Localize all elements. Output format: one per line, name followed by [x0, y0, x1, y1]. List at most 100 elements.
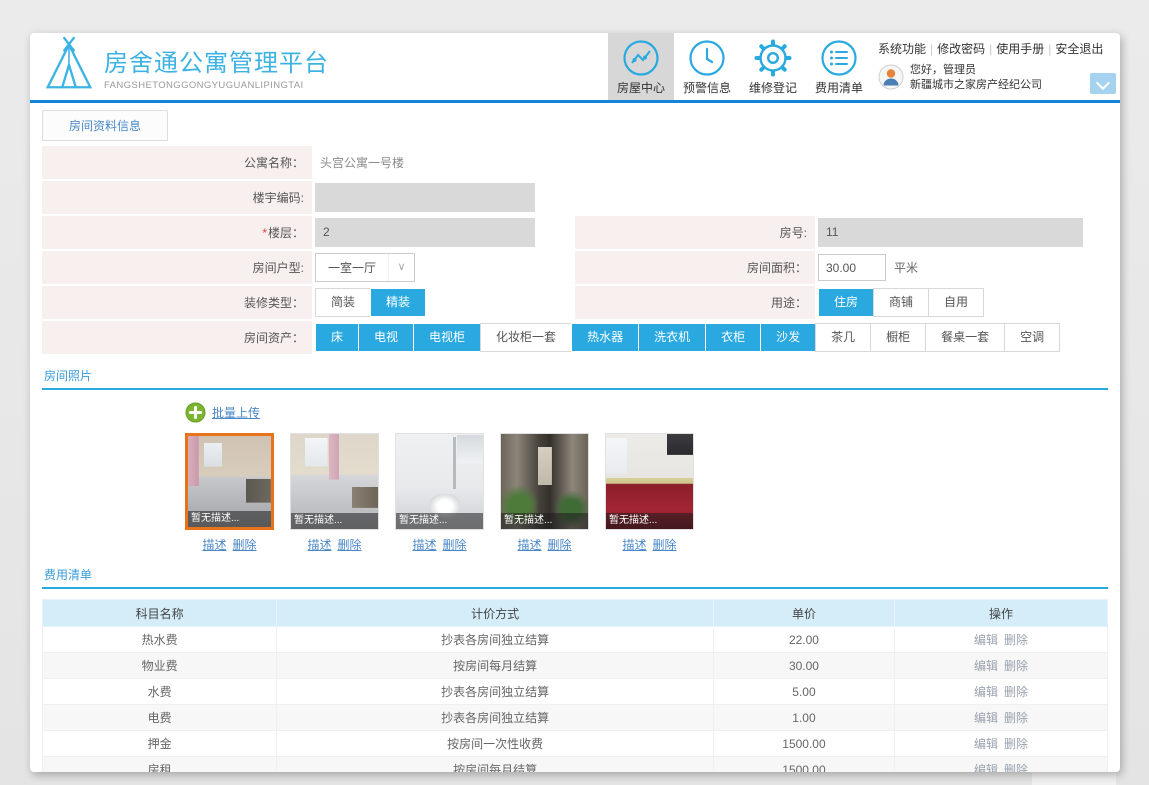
tab-room-info[interactable]: 房间资料信息	[42, 110, 169, 141]
fee-name-cell: 电费	[41, 704, 278, 731]
fee-name-cell: 押金	[41, 730, 278, 757]
usage-option-button[interactable]: 自用	[928, 288, 985, 317]
photo-describe-link[interactable]: 描述	[412, 538, 436, 552]
nav-label: 预警信息	[682, 81, 731, 95]
change-password-link[interactable]: 修改密码	[937, 42, 985, 56]
asset-option-button[interactable]: 空调	[1004, 323, 1061, 352]
usage-option-button[interactable]: 住房	[818, 288, 875, 317]
decoration-option-button[interactable]: 简装	[315, 288, 372, 317]
photo-item: 暂无描述... 描述 删除	[605, 433, 694, 553]
fee-method-cell: 抄表各房间独立结算	[276, 626, 714, 653]
delete-link[interactable]: 删除	[1004, 763, 1028, 772]
decoration-label: 装修类型：	[42, 286, 312, 319]
photo-describe-link[interactable]: 描述	[307, 538, 331, 552]
edit-link[interactable]: 编辑	[974, 763, 998, 772]
asset-option-button[interactable]: 热水器	[571, 323, 640, 352]
fee-actions-cell: 编辑 删除	[893, 756, 1109, 772]
fee-price-cell: 1500.00	[712, 756, 895, 772]
photo-caption: 暂无描述...	[606, 513, 693, 529]
batch-upload-row: 批量上传	[185, 402, 1120, 423]
batch-upload-link[interactable]: 批量上传	[212, 404, 260, 421]
asset-option-button[interactable]: 餐桌一套	[925, 323, 1006, 352]
decoration-options: 简装 精装	[315, 288, 427, 317]
col-pricing-method: 计价方式	[276, 599, 714, 627]
fee-row: 物业费 按房间每月结算 30.00 编辑 删除	[41, 652, 1109, 679]
photo-item: 暂无描述... 描述 删除	[290, 433, 379, 553]
room-no-field: 11	[818, 218, 1083, 247]
asset-option-button[interactable]: 沙发	[760, 323, 817, 352]
room-area-input[interactable]: 30.00	[818, 254, 886, 281]
chevron-down-icon[interactable]	[1090, 73, 1116, 94]
photo-describe-link[interactable]: 描述	[622, 538, 646, 552]
floor-field: 2	[315, 218, 535, 247]
edit-link[interactable]: 编辑	[974, 633, 998, 647]
kitchen-photo[interactable]: 暂无描述...	[605, 433, 694, 530]
nav-item-alerts[interactable]: 预警信息	[674, 33, 740, 100]
delete-link[interactable]: 删除	[1004, 633, 1028, 647]
fee-row: 热水费 抄表各房间独立结算 22.00 编辑 删除	[41, 626, 1109, 653]
usage-options: 住房 商铺 自用	[818, 288, 985, 317]
living-room-photo[interactable]: 暂无描述...	[185, 433, 274, 530]
photo-caption: 暂无描述...	[188, 511, 271, 527]
user-company: 新疆城市之家房产经纪公司	[910, 79, 1042, 91]
nav-item-fee-list[interactable]: 费用清单	[806, 33, 872, 100]
fee-name-cell: 房租	[41, 756, 278, 772]
fee-price-cell: 1500.00	[712, 730, 895, 757]
delete-link[interactable]: 删除	[1004, 737, 1028, 751]
edit-link[interactable]: 编辑	[974, 737, 998, 751]
photo-describe-link[interactable]: 描述	[517, 538, 541, 552]
photo-item: 暂无描述... 描述 删除	[500, 433, 589, 553]
fee-name-cell: 热水费	[41, 626, 278, 653]
fee-price-cell: 5.00	[712, 678, 895, 705]
photo-caption: 暂无描述...	[291, 513, 378, 529]
asset-option-button[interactable]: 电视柜	[413, 323, 482, 352]
room-type-label: 房间户型:	[42, 251, 312, 284]
list-icon	[806, 38, 872, 78]
photo-describe-link[interactable]: 描述	[202, 538, 226, 552]
photo-delete-link[interactable]: 删除	[548, 538, 572, 552]
main-window: 房舍通公寓管理平台 FANGSHETONGGONGYUGUANLIPINGTAI…	[30, 33, 1120, 772]
logout-link[interactable]: 安全退出	[1055, 42, 1103, 56]
room-area-unit: 平米	[894, 261, 919, 275]
hallway-photo[interactable]: 暂无描述...	[500, 433, 589, 530]
edit-link[interactable]: 编辑	[974, 659, 998, 673]
photo-delete-link[interactable]: 删除	[443, 538, 467, 552]
edit-link[interactable]: 编辑	[974, 711, 998, 725]
asset-option-button[interactable]: 衣柜	[705, 323, 762, 352]
decoration-option-button[interactable]: 精装	[370, 288, 427, 317]
delete-link[interactable]: 删除	[1004, 659, 1028, 673]
asset-option-button[interactable]: 床	[315, 323, 360, 352]
photo-caption: 暂无描述...	[396, 513, 483, 529]
bedroom-photo[interactable]: 暂无描述...	[290, 433, 379, 530]
user-info: 您好，管理员 新疆城市之家房产经纪公司	[878, 63, 1086, 93]
photo-delete-link[interactable]: 删除	[338, 538, 362, 552]
bathroom-photo[interactable]: 暂无描述...	[395, 433, 484, 530]
user-manual-link[interactable]: 使用手册	[996, 42, 1044, 56]
nav-item-maintenance[interactable]: 维修登记	[740, 33, 806, 100]
asset-option-button[interactable]: 洗衣机	[638, 323, 707, 352]
photo-delete-link[interactable]: 删除	[653, 538, 677, 552]
asset-option-button[interactable]: 茶几	[815, 323, 872, 352]
system-functions-link[interactable]: 系统功能	[878, 42, 926, 56]
fee-method-cell: 抄表各房间独立结算	[276, 678, 714, 705]
asset-option-button[interactable]: 化妆柜一套	[480, 323, 573, 352]
gear-icon	[740, 38, 806, 78]
fee-name-cell: 水费	[41, 678, 278, 705]
room-type-select[interactable]: 一室一厅 ∨	[315, 253, 416, 282]
fee-method-cell: 按房间每月结算	[276, 652, 714, 679]
edit-link[interactable]: 编辑	[974, 685, 998, 699]
asset-option-button[interactable]: 橱柜	[870, 323, 927, 352]
photo-list: 暂无描述... 描述 删除 暂无描述... 描述 删除 暂无描述... 描述 删除 暂无描述...…	[185, 433, 1120, 553]
usage-option-button[interactable]: 商铺	[873, 288, 930, 317]
fee-price-cell: 22.00	[712, 626, 895, 653]
asset-option-button[interactable]: 电视	[358, 323, 415, 352]
clock-icon	[674, 38, 740, 78]
fees-section-title: 费用清单	[42, 561, 1108, 589]
nav-item-house-center[interactable]: 房屋中心	[608, 33, 674, 100]
photo-delete-link[interactable]: 删除	[233, 538, 257, 552]
plus-icon[interactable]	[185, 402, 206, 423]
delete-link[interactable]: 删除	[1004, 711, 1028, 725]
delete-link[interactable]: 删除	[1004, 685, 1028, 699]
fee-row: 押金 按房间一次性收费 1500.00 编辑 删除	[41, 730, 1109, 757]
room-no-label: 房号:	[575, 216, 815, 249]
